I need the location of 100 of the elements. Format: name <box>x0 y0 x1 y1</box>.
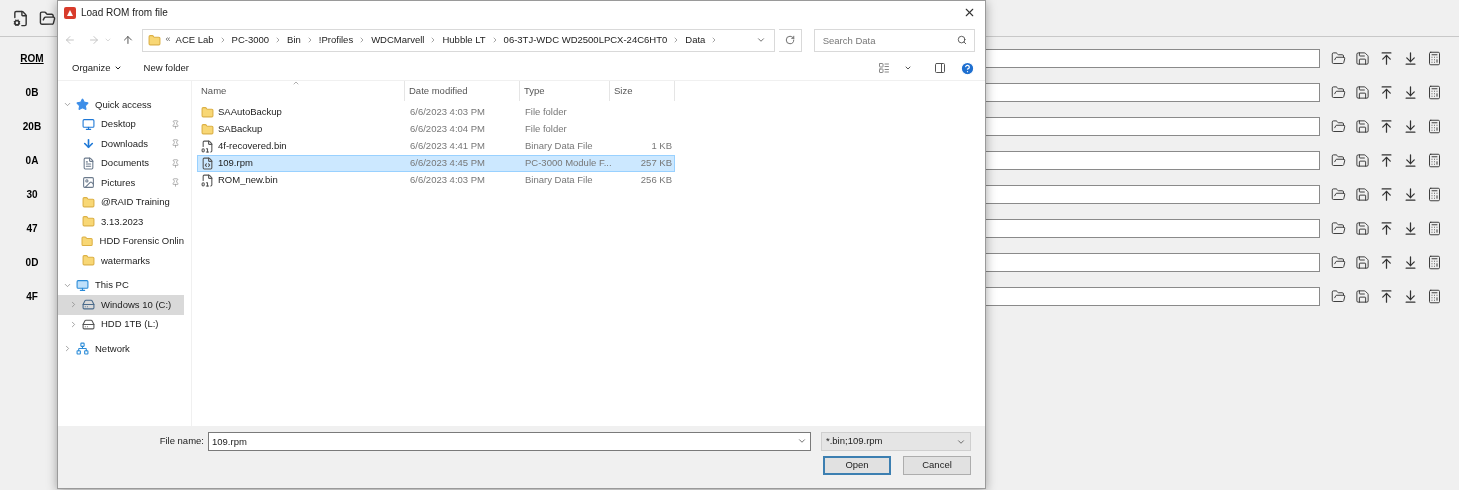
value-field[interactable] <box>985 286 1320 306</box>
calculator-icon[interactable] <box>1427 186 1442 202</box>
folder-open-icon[interactable] <box>1331 118 1346 134</box>
calculator-icon[interactable] <box>1427 118 1442 134</box>
value-field[interactable] <box>985 82 1320 102</box>
path-overflow[interactable]: « <box>165 33 171 47</box>
breadcrumb[interactable]: Bin <box>287 32 301 48</box>
up-icon[interactable] <box>121 34 134 46</box>
save-icon[interactable] <box>1355 220 1370 236</box>
calculator-icon[interactable] <box>1427 288 1442 304</box>
breadcrumb[interactable]: WDCMarvell <box>371 32 425 48</box>
download-arrow-icon[interactable] <box>1403 152 1418 168</box>
folder-open-icon[interactable] <box>1331 220 1346 236</box>
calculator-icon[interactable] <box>1427 254 1442 270</box>
save-icon[interactable] <box>1355 84 1370 100</box>
breadcrumb[interactable]: 06-3TJ-WDC WD2500LPCX-24C6HT0 <box>503 32 668 48</box>
file-settings-icon[interactable] <box>12 9 29 27</box>
file-row[interactable]: 4f-recovered.bin 6/6/2023 4:41 PM Binary Data File 1 KB <box>197 138 675 155</box>
toolbar-button[interactable]: New folder <box>139 58 193 78</box>
nav-item[interactable]: This PC <box>58 275 184 295</box>
download-arrow-icon[interactable] <box>1403 254 1418 270</box>
folder-open-icon[interactable] <box>1331 50 1346 66</box>
calculator-icon[interactable] <box>1427 220 1442 236</box>
download-arrow-icon[interactable] <box>1403 84 1418 100</box>
breadcrumb[interactable]: !Profiles <box>318 32 354 48</box>
save-icon[interactable] <box>1355 254 1370 270</box>
breadcrumb[interactable]: Data <box>685 32 706 48</box>
upload-arrow-icon[interactable] <box>1379 254 1394 270</box>
nav-item[interactable]: HDD Forensic Onlin <box>58 231 184 251</box>
folder-open-icon[interactable] <box>1331 152 1346 168</box>
value-field[interactable] <box>985 184 1320 204</box>
search-icon[interactable] <box>957 34 967 45</box>
upload-arrow-icon[interactable] <box>1379 118 1394 134</box>
nav-item[interactable]: Downloads <box>58 134 184 154</box>
column-header[interactable]: Date modified <box>405 81 520 101</box>
calculator-icon[interactable] <box>1427 152 1442 168</box>
toolbar-button[interactable]: Organize <box>68 58 126 78</box>
calculator-icon[interactable] <box>1427 50 1442 66</box>
file-row[interactable]: ROM_new.bin 6/6/2023 4:03 PM Binary Data File 256 KB <box>197 172 675 189</box>
nav-item[interactable]: 3.13.2023 <box>58 212 184 232</box>
column-header[interactable]: Type <box>520 81 610 101</box>
nav-item[interactable]: Pictures <box>58 173 184 193</box>
value-field[interactable] <box>985 252 1320 272</box>
download-arrow-icon[interactable] <box>1403 288 1418 304</box>
nav-item[interactable]: Documents <box>58 153 184 173</box>
file-type-dropdown[interactable]: *.bin;109.rpm <box>821 432 971 451</box>
nav-item[interactable]: Network <box>58 339 184 359</box>
value-field[interactable] <box>985 48 1320 68</box>
column-header[interactable]: Name <box>197 81 405 101</box>
download-arrow-icon[interactable] <box>1403 50 1418 66</box>
folder-open-icon[interactable] <box>1331 254 1346 270</box>
address-bar[interactable]: « ACE Lab PC-3000 Bin !Profiles WDCMarvell Hubble LT 06-3TJ-WDC WD2500LPCX-24C6HT0 Data <box>141 28 775 52</box>
view-options-icon[interactable] <box>878 62 890 74</box>
dialog-button[interactable]: Open <box>823 456 891 475</box>
breadcrumb[interactable]: PC-3000 <box>231 32 270 48</box>
folder-open-icon[interactable] <box>1331 84 1346 100</box>
upload-arrow-icon[interactable] <box>1379 84 1394 100</box>
upload-arrow-icon[interactable] <box>1379 186 1394 202</box>
download-arrow-icon[interactable] <box>1403 118 1418 134</box>
upload-arrow-icon[interactable] <box>1379 152 1394 168</box>
value-field[interactable] <box>985 150 1320 170</box>
download-arrow-icon[interactable] <box>1403 220 1418 236</box>
save-icon[interactable] <box>1355 152 1370 168</box>
nav-item[interactable]: Quick access <box>58 95 184 115</box>
folder-open-icon[interactable] <box>1331 288 1346 304</box>
save-icon[interactable] <box>1355 118 1370 134</box>
nav-item[interactable]: Windows 10 (C:) <box>58 295 184 315</box>
folder-open-icon[interactable] <box>39 9 56 27</box>
nav-item[interactable]: @RAID Training <box>58 192 184 212</box>
file-row[interactable]: 109.rpm 6/6/2023 4:45 PM PC-3000 Module F... 257 KB <box>197 155 675 172</box>
value-field[interactable] <box>985 218 1320 238</box>
upload-arrow-icon[interactable] <box>1379 220 1394 236</box>
breadcrumb[interactable]: Hubble LT <box>442 32 486 48</box>
nav-item[interactable]: HDD 1TB (L:) <box>58 314 184 334</box>
file-name-field[interactable]: 109.rpm <box>208 432 811 451</box>
calculator-icon[interactable] <box>1427 84 1442 100</box>
save-icon[interactable] <box>1355 50 1370 66</box>
column-header[interactable]: Size <box>610 81 675 101</box>
date-cell-text: 6/6/2023 4:41 PM <box>409 139 486 154</box>
computer-icon <box>76 278 89 292</box>
file-row[interactable]: SABackup 6/6/2023 4:04 PM File folder <box>197 121 675 138</box>
breadcrumb[interactable]: ACE Lab <box>175 32 214 48</box>
folder-open-icon[interactable] <box>1331 186 1346 202</box>
upload-arrow-icon[interactable] <box>1379 288 1394 304</box>
nav-item[interactable]: Desktop <box>58 114 184 134</box>
save-icon[interactable] <box>1355 288 1370 304</box>
save-icon[interactable] <box>1355 186 1370 202</box>
upload-arrow-icon[interactable] <box>1379 50 1394 66</box>
search-field[interactable]: Search Data <box>813 28 975 52</box>
file-row[interactable]: SAAutoBackup 6/6/2023 4:03 PM File folder <box>197 104 675 121</box>
value-field[interactable] <box>985 116 1320 136</box>
preview-pane-icon[interactable] <box>934 62 946 74</box>
download-arrow-icon[interactable] <box>1403 186 1418 202</box>
nav-item[interactable]: watermarks <box>58 251 184 271</box>
dialog-button[interactable]: Cancel <box>903 456 971 475</box>
date-cell-text: 6/6/2023 4:45 PM <box>409 156 486 171</box>
refresh-button[interactable] <box>778 28 802 52</box>
row-label: 0D <box>24 255 40 270</box>
help-icon[interactable] <box>960 60 975 76</box>
dropdown-icon[interactable] <box>904 64 912 72</box>
